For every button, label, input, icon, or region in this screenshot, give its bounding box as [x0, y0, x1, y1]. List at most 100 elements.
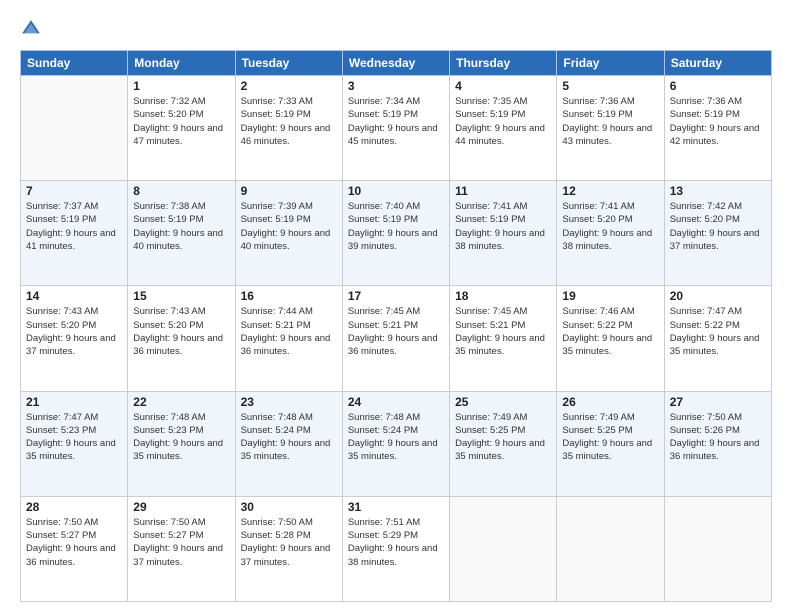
day-number: 7 [26, 184, 122, 198]
day-number: 12 [562, 184, 658, 198]
weekday-header-row: SundayMondayTuesdayWednesdayThursdayFrid… [21, 51, 772, 76]
day-number: 15 [133, 289, 229, 303]
day-detail: Sunrise: 7:50 AMSunset: 5:26 PMDaylight:… [670, 411, 766, 464]
day-detail: Sunrise: 7:47 AMSunset: 5:23 PMDaylight:… [26, 411, 122, 464]
weekday-header: Wednesday [342, 51, 449, 76]
calendar-cell: 11Sunrise: 7:41 AMSunset: 5:19 PMDayligh… [450, 181, 557, 286]
day-number: 22 [133, 395, 229, 409]
calendar-cell: 8Sunrise: 7:38 AMSunset: 5:19 PMDaylight… [128, 181, 235, 286]
day-detail: Sunrise: 7:50 AMSunset: 5:27 PMDaylight:… [26, 516, 122, 569]
calendar-cell: 3Sunrise: 7:34 AMSunset: 5:19 PMDaylight… [342, 76, 449, 181]
day-number: 21 [26, 395, 122, 409]
day-detail: Sunrise: 7:36 AMSunset: 5:19 PMDaylight:… [562, 95, 658, 148]
day-detail: Sunrise: 7:44 AMSunset: 5:21 PMDaylight:… [241, 305, 337, 358]
day-detail: Sunrise: 7:46 AMSunset: 5:22 PMDaylight:… [562, 305, 658, 358]
day-detail: Sunrise: 7:50 AMSunset: 5:27 PMDaylight:… [133, 516, 229, 569]
day-detail: Sunrise: 7:36 AMSunset: 5:19 PMDaylight:… [670, 95, 766, 148]
day-detail: Sunrise: 7:41 AMSunset: 5:20 PMDaylight:… [562, 200, 658, 253]
day-number: 30 [241, 500, 337, 514]
weekday-header: Sunday [21, 51, 128, 76]
day-detail: Sunrise: 7:37 AMSunset: 5:19 PMDaylight:… [26, 200, 122, 253]
day-detail: Sunrise: 7:43 AMSunset: 5:20 PMDaylight:… [133, 305, 229, 358]
day-number: 10 [348, 184, 444, 198]
calendar-cell [21, 76, 128, 181]
day-detail: Sunrise: 7:33 AMSunset: 5:19 PMDaylight:… [241, 95, 337, 148]
day-number: 6 [670, 79, 766, 93]
calendar-cell: 19 Sunrise: 7:46 AMSunset: 5:22 PMDayligh… [557, 286, 664, 391]
day-detail: Sunrise: 7:40 AMSunset: 5:19 PMDaylight:… [348, 200, 444, 253]
day-detail: Sunrise: 7:35 AMSunset: 5:19 PMDaylight:… [455, 95, 551, 148]
calendar-cell: 1Sunrise: 7:32 AMSunset: 5:20 PMDaylight… [128, 76, 235, 181]
day-number: 13 [670, 184, 766, 198]
day-number: 4 [455, 79, 551, 93]
day-detail: Sunrise: 7:51 AMSunset: 5:29 PMDaylight:… [348, 516, 444, 569]
calendar-week-row: 7 Sunrise: 7:37 AMSunset: 5:19 PMDaylight… [21, 181, 772, 286]
calendar-cell: 5 Sunrise: 7:36 AMSunset: 5:19 PMDaylight… [557, 76, 664, 181]
calendar-cell: 23 Sunrise: 7:48 AMSunset: 5:24 PMDayligh… [235, 391, 342, 496]
day-number: 11 [455, 184, 551, 198]
calendar-cell: 2 Sunrise: 7:33 AMSunset: 5:19 PMDaylight… [235, 76, 342, 181]
calendar-cell [557, 496, 664, 601]
calendar-cell: 16Sunrise: 7:44 AMSunset: 5:21 PMDayligh… [235, 286, 342, 391]
calendar-cell: 22 Sunrise: 7:48 AMSunset: 5:23 PMDayligh… [128, 391, 235, 496]
calendar-week-row: 14 Sunrise: 7:43 AMSunset: 5:20 PMDayligh… [21, 286, 772, 391]
day-number: 3 [348, 79, 444, 93]
day-detail: Sunrise: 7:32 AMSunset: 5:20 PMDaylight:… [133, 95, 229, 148]
day-detail: Sunrise: 7:48 AMSunset: 5:24 PMDaylight:… [241, 411, 337, 464]
day-detail: Sunrise: 7:50 AMSunset: 5:28 PMDaylight:… [241, 516, 337, 569]
calendar-cell: 28 Sunrise: 7:50 AMSunset: 5:27 PMDayligh… [21, 496, 128, 601]
day-number: 9 [241, 184, 337, 198]
weekday-header: Saturday [664, 51, 771, 76]
calendar-cell: 7 Sunrise: 7:37 AMSunset: 5:19 PMDaylight… [21, 181, 128, 286]
day-number: 27 [670, 395, 766, 409]
day-detail: Sunrise: 7:39 AMSunset: 5:19 PMDaylight:… [241, 200, 337, 253]
calendar-cell: 31 Sunrise: 7:51 AMSunset: 5:29 PMDayligh… [342, 496, 449, 601]
day-number: 17 [348, 289, 444, 303]
calendar-cell [664, 496, 771, 601]
day-number: 2 [241, 79, 337, 93]
calendar-table: SundayMondayTuesdayWednesdayThursdayFrid… [20, 50, 772, 602]
day-number: 26 [562, 395, 658, 409]
day-number: 20 [670, 289, 766, 303]
day-number: 28 [26, 500, 122, 514]
calendar-cell: 4 Sunrise: 7:35 AMSunset: 5:19 PMDaylight… [450, 76, 557, 181]
day-detail: Sunrise: 7:42 AMSunset: 5:20 PMDaylight:… [670, 200, 766, 253]
calendar-cell: 18 Sunrise: 7:45 AMSunset: 5:21 PMDayligh… [450, 286, 557, 391]
calendar-cell: 25Sunrise: 7:49 AMSunset: 5:25 PMDayligh… [450, 391, 557, 496]
page: SundayMondayTuesdayWednesdayThursdayFrid… [0, 0, 792, 612]
day-detail: Sunrise: 7:45 AMSunset: 5:21 PMDaylight:… [455, 305, 551, 358]
calendar-cell: 30 Sunrise: 7:50 AMSunset: 5:28 PMDayligh… [235, 496, 342, 601]
calendar-cell: 15 Sunrise: 7:43 AMSunset: 5:20 PMDayligh… [128, 286, 235, 391]
day-detail: Sunrise: 7:43 AMSunset: 5:20 PMDaylight:… [26, 305, 122, 358]
day-detail: Sunrise: 7:45 AMSunset: 5:21 PMDaylight:… [348, 305, 444, 358]
weekday-header: Tuesday [235, 51, 342, 76]
day-number: 19 [562, 289, 658, 303]
day-detail: Sunrise: 7:49 AMSunset: 5:25 PMDaylight:… [562, 411, 658, 464]
day-detail: Sunrise: 7:38 AMSunset: 5:19 PMDaylight:… [133, 200, 229, 253]
day-detail: Sunrise: 7:48 AMSunset: 5:23 PMDaylight:… [133, 411, 229, 464]
day-detail: Sunrise: 7:48 AMSunset: 5:24 PMDaylight:… [348, 411, 444, 464]
day-detail: Sunrise: 7:47 AMSunset: 5:22 PMDaylight:… [670, 305, 766, 358]
day-number: 14 [26, 289, 122, 303]
calendar-cell: 13 Sunrise: 7:42 AMSunset: 5:20 PMDayligh… [664, 181, 771, 286]
calendar-cell: 20 Sunrise: 7:47 AMSunset: 5:22 PMDayligh… [664, 286, 771, 391]
calendar-week-row: 21 Sunrise: 7:47 AMSunset: 5:23 PMDayligh… [21, 391, 772, 496]
day-number: 31 [348, 500, 444, 514]
header [20, 18, 772, 40]
calendar-cell: 24 Sunrise: 7:48 AMSunset: 5:24 PMDayligh… [342, 391, 449, 496]
calendar-cell: 6 Sunrise: 7:36 AMSunset: 5:19 PMDaylight… [664, 76, 771, 181]
day-detail: Sunrise: 7:49 AMSunset: 5:25 PMDaylight:… [455, 411, 551, 464]
day-number: 23 [241, 395, 337, 409]
calendar-cell: 12 Sunrise: 7:41 AMSunset: 5:20 PMDayligh… [557, 181, 664, 286]
weekday-header: Monday [128, 51, 235, 76]
day-number: 24 [348, 395, 444, 409]
day-number: 5 [562, 79, 658, 93]
weekday-header: Friday [557, 51, 664, 76]
day-number: 18 [455, 289, 551, 303]
calendar-cell: 21 Sunrise: 7:47 AMSunset: 5:23 PMDayligh… [21, 391, 128, 496]
calendar-cell: 10 Sunrise: 7:40 AMSunset: 5:19 PMDayligh… [342, 181, 449, 286]
calendar-week-row: 1Sunrise: 7:32 AMSunset: 5:20 PMDaylight… [21, 76, 772, 181]
calendar-cell: 27 Sunrise: 7:50 AMSunset: 5:26 PMDayligh… [664, 391, 771, 496]
day-number: 29 [133, 500, 229, 514]
calendar-cell [450, 496, 557, 601]
